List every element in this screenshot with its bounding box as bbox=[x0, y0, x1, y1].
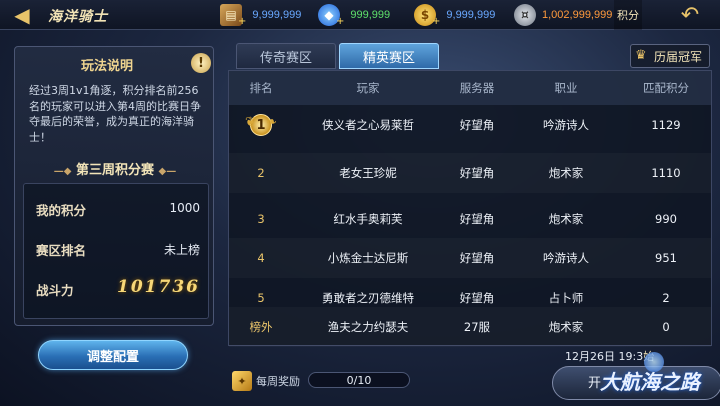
header-rank: 排名 bbox=[249, 81, 273, 95]
ranking-table: 排名 玩家 服务器 职业 匹配积分 ❦ 1 ❧ 侠义者之心易莱哲 好望角 吟游诗… bbox=[228, 70, 712, 346]
rank-cell: 4 bbox=[257, 251, 265, 265]
job-name: 吟游诗人 bbox=[543, 251, 589, 265]
stat-label: 赛区排名 bbox=[36, 243, 87, 258]
rank-cell: 3 bbox=[257, 212, 265, 226]
weekly-reward[interactable]: ✦ 每周奖励 bbox=[232, 370, 300, 392]
combat-power-value: 101736 bbox=[117, 277, 200, 297]
match-score: 1129 bbox=[651, 118, 681, 132]
return-arrow-icon: ↶ bbox=[680, 2, 700, 28]
tab-legend-zone[interactable]: 传奇赛区 bbox=[236, 43, 336, 69]
server-name: 好望角 bbox=[459, 212, 495, 226]
rules-header: 玩法说明 ! bbox=[15, 53, 215, 75]
silver-coin-icon[interactable]: ¤ bbox=[514, 4, 536, 26]
stat-label: 战斗力 bbox=[36, 283, 74, 298]
page-title: 海洋骑士 bbox=[48, 9, 108, 25]
stat-value: 1000 bbox=[169, 201, 200, 215]
header-server: 服务器 bbox=[459, 81, 495, 95]
history-champions-button[interactable]: ♛ 历届冠军 bbox=[630, 44, 710, 68]
match-score: 1110 bbox=[651, 166, 681, 180]
tab-elite-zone[interactable]: 精英赛区 bbox=[339, 43, 439, 69]
table-row[interactable]: ❦ 1 ❧ 侠义者之心易莱哲 好望角 吟游诗人 1129 bbox=[229, 105, 711, 145]
voyage-road-logo: 大航海之路 bbox=[600, 370, 700, 394]
rank-cell: ❦ 1 ❧ bbox=[229, 105, 293, 145]
add-icon[interactable]: + bbox=[432, 16, 440, 27]
trophy-icon: ♛ bbox=[635, 48, 647, 63]
header-player: 玩家 bbox=[356, 81, 380, 95]
rank-cell: 榜外 bbox=[249, 320, 273, 334]
player-name: 红水手奥莉芙 bbox=[333, 212, 403, 226]
stat-zone-rank: 赛区排名 未上榜 bbox=[36, 240, 200, 260]
history-champions-label: 历届冠军 bbox=[654, 49, 703, 64]
add-icon[interactable]: + bbox=[238, 16, 246, 27]
server-name: 好望角 bbox=[459, 166, 495, 180]
diamond-ornament-icon: ◆— bbox=[158, 166, 177, 177]
stat-label: 我的积分 bbox=[36, 203, 87, 218]
table-row-self[interactable]: 榜外 渔夫之力约瑟夫 27服 炮术家 0 bbox=[229, 307, 711, 347]
job-name: 炮术家 bbox=[548, 320, 584, 334]
player-name: 老女王珍妮 bbox=[339, 166, 397, 180]
resource-value: 9,999,999 bbox=[252, 9, 302, 21]
rules-panel: 玩法说明 ! 经过3周1v1角逐，积分排名前256名的玩家可以进入第4周的比赛日… bbox=[14, 46, 214, 326]
stat-value: 未上榜 bbox=[163, 243, 200, 257]
laurel-right-icon: ❧ bbox=[266, 115, 277, 130]
rules-title: 玩法说明 bbox=[81, 59, 134, 74]
resource-value: 9,999,999 bbox=[446, 9, 496, 21]
match-score: 990 bbox=[655, 212, 677, 226]
laurel-left-icon: ❦ bbox=[245, 115, 256, 130]
server-name: 27服 bbox=[463, 320, 491, 334]
resource-chest: ▤ + 9,999,999 bbox=[220, 4, 302, 27]
round-title: 第三周积分赛 bbox=[75, 163, 154, 178]
top-bar: ◀ 海洋骑士 ▤ + 9,999,999 ◆ + 999,999 $ + 9,9… bbox=[0, 0, 720, 30]
table-row[interactable]: 4 小炼金士达尼斯 好望角 吟游诗人 951 bbox=[229, 238, 711, 278]
first-place-medal-icon: ❦ 1 ❧ bbox=[245, 112, 277, 138]
stat-combat-power: 战斗力 101736 bbox=[36, 277, 200, 300]
return-button[interactable]: ↶ bbox=[660, 0, 720, 30]
job-name: 吟游诗人 bbox=[543, 118, 589, 132]
server-name: 好望角 bbox=[459, 118, 495, 132]
player-name: 侠义者之心易莱哲 bbox=[322, 118, 414, 132]
info-exclamation-icon[interactable]: ! bbox=[191, 53, 211, 73]
diamond-ornament-icon: —◆ bbox=[53, 166, 72, 177]
match-score: 0 bbox=[662, 320, 670, 334]
my-stats-box: 我的积分 1000 赛区排名 未上榜 战斗力 101736 bbox=[23, 183, 209, 319]
back-button[interactable]: ◀ bbox=[0, 0, 44, 30]
rules-description: 经过3周1v1角逐，积分排名前256名的玩家可以进入第4周的比赛日争夺最后的荣誉… bbox=[29, 84, 201, 144]
score-tab[interactable]: 积分 bbox=[614, 0, 642, 30]
round-title-wrap: —◆ 第三周积分赛 ◆— bbox=[15, 159, 215, 178]
player-name: 渔夫之力约瑟夫 bbox=[327, 320, 409, 334]
add-icon[interactable]: + bbox=[336, 16, 344, 27]
adjust-config-button[interactable]: 调整配置 bbox=[38, 340, 188, 370]
match-score: 951 bbox=[655, 251, 677, 265]
back-arrow-icon: ◀ bbox=[14, 3, 30, 27]
gift-chest-icon: ✦ bbox=[232, 371, 252, 391]
header-match-score: 匹配积分 bbox=[643, 81, 689, 95]
job-name: 炮术家 bbox=[548, 212, 584, 226]
rank-cell: 2 bbox=[257, 166, 265, 180]
stat-my-score: 我的积分 1000 bbox=[36, 200, 200, 220]
resource-value: 999,999 bbox=[350, 9, 391, 21]
table-row[interactable]: 2 老女王珍妮 好望角 炮术家 1110 bbox=[229, 153, 711, 193]
voyage-road-button[interactable]: 开 大航海之路 bbox=[552, 352, 720, 404]
resource-gem: ◆ + 999,999 bbox=[318, 4, 391, 27]
resource-value: 1,002,999,999 bbox=[542, 9, 613, 21]
player-name: 小炼金士达尼斯 bbox=[327, 251, 409, 265]
resource-silver: ¤ 1,002,999,999 bbox=[514, 4, 612, 26]
server-name: 好望角 bbox=[459, 251, 495, 265]
header-job: 职业 bbox=[554, 81, 578, 95]
resource-gold: $ + 9,999,999 bbox=[414, 4, 496, 27]
weekly-progress-bar: 0/10 bbox=[308, 372, 410, 388]
weekly-reward-label: 每周奖励 bbox=[256, 375, 300, 388]
table-row[interactable]: 3 红水手奥莉芙 好望角 炮术家 990 bbox=[229, 199, 711, 239]
job-name: 炮术家 bbox=[548, 166, 584, 180]
progress-text: 0/10 bbox=[346, 373, 372, 387]
table-header: 排名 玩家 服务器 职业 匹配积分 bbox=[229, 71, 711, 105]
